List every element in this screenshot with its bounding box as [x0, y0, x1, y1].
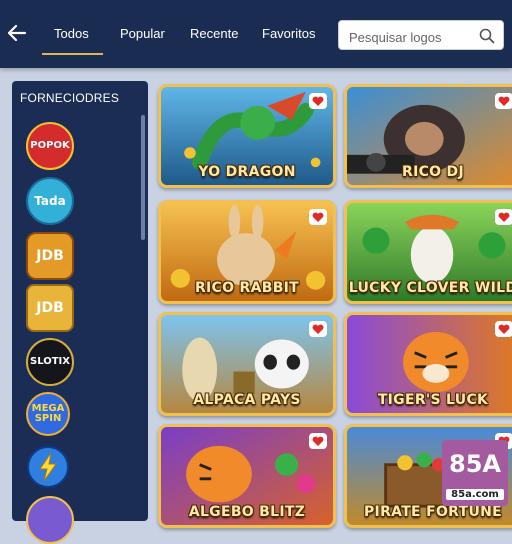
- favorite-heart-icon[interactable]: [309, 93, 327, 109]
- favorite-heart-icon[interactable]: [309, 321, 327, 337]
- provider-tada[interactable]: Tada: [22, 175, 74, 225]
- game-title: ALGEBO BLITZ: [188, 504, 306, 520]
- game-title: LUCKY CLOVER WILD: [348, 280, 512, 296]
- top-navigation-bar: Todos Popular Recente Favoritos: [0, 0, 512, 68]
- provider-lightning[interactable]: [22, 443, 74, 493]
- provider-slotix[interactable]: SLOTIX: [22, 336, 74, 386]
- search-input[interactable]: [347, 27, 479, 47]
- search-icon[interactable]: [479, 28, 495, 44]
- watermark-domain: 85a.com: [446, 489, 504, 500]
- watermark-text: 85A: [449, 450, 501, 478]
- sidebar-title: FORNECIODRES: [20, 91, 120, 105]
- game-tile-yo-dragon[interactable]: YO DRAGON: [158, 84, 336, 188]
- tab-favoritos[interactable]: Favoritos: [262, 26, 315, 41]
- game-title: YO DRAGON: [198, 164, 296, 180]
- game-title: RICO RABBIT: [194, 280, 300, 296]
- favorite-heart-icon[interactable]: [495, 93, 512, 109]
- tada-logo: Tada: [26, 177, 74, 225]
- game-title: ALPACA PAYS: [193, 392, 301, 408]
- game-tile-lucky-clover-wild[interactable]: LUCKY CLOVER WILD: [344, 200, 512, 304]
- game-tile-rico-dj[interactable]: RICO DJ: [344, 84, 512, 188]
- provider-mega-spin[interactable]: MEGA SPIN: [22, 390, 74, 440]
- game-title: RICO DJ: [402, 164, 464, 180]
- favorite-heart-icon[interactable]: [309, 209, 327, 225]
- game-tile-rico-rabbit[interactable]: RICO RABBIT: [158, 200, 336, 304]
- sidebar-scrollbar[interactable]: [141, 115, 145, 240]
- favorite-heart-icon[interactable]: [495, 321, 512, 337]
- watermark-logo: 85A 85a.com: [442, 440, 508, 506]
- provider-jdb-2[interactable]: JDB: [22, 282, 74, 332]
- search-box: [338, 20, 504, 50]
- provider-popok[interactable]: POPOK: [22, 120, 74, 170]
- slotix-logo: SLOTIX: [26, 338, 74, 386]
- jdb-logo: JDB: [26, 232, 74, 280]
- game-tile-algebo-blitz[interactable]: ALGEBO BLITZ: [158, 424, 336, 528]
- tab-recente[interactable]: Recente: [190, 26, 238, 41]
- provider-partial[interactable]: [22, 494, 74, 544]
- provider-jdb[interactable]: JDB: [22, 230, 74, 280]
- jdb-shield-logo: JDB: [26, 284, 74, 332]
- popok-logo: POPOK: [26, 122, 74, 170]
- arrow-left-icon[interactable]: [6, 22, 28, 44]
- game-title: TIGER'S LUCK: [377, 392, 489, 408]
- provider-partial-logo: [26, 496, 74, 544]
- game-tile-alpaca-pays[interactable]: ALPACA PAYS: [158, 312, 336, 416]
- game-title: PIRATE FORTUNE: [364, 504, 502, 520]
- lightning-icon: [27, 446, 69, 488]
- tab-todos[interactable]: Todos: [42, 26, 103, 55]
- favorite-heart-icon[interactable]: [495, 209, 512, 225]
- mega-spin-logo: MEGA SPIN: [26, 392, 70, 436]
- tab-popular[interactable]: Popular: [120, 26, 165, 41]
- game-tile-tigers-luck[interactable]: TIGER'S LUCK: [344, 312, 512, 416]
- favorite-heart-icon[interactable]: [309, 433, 327, 449]
